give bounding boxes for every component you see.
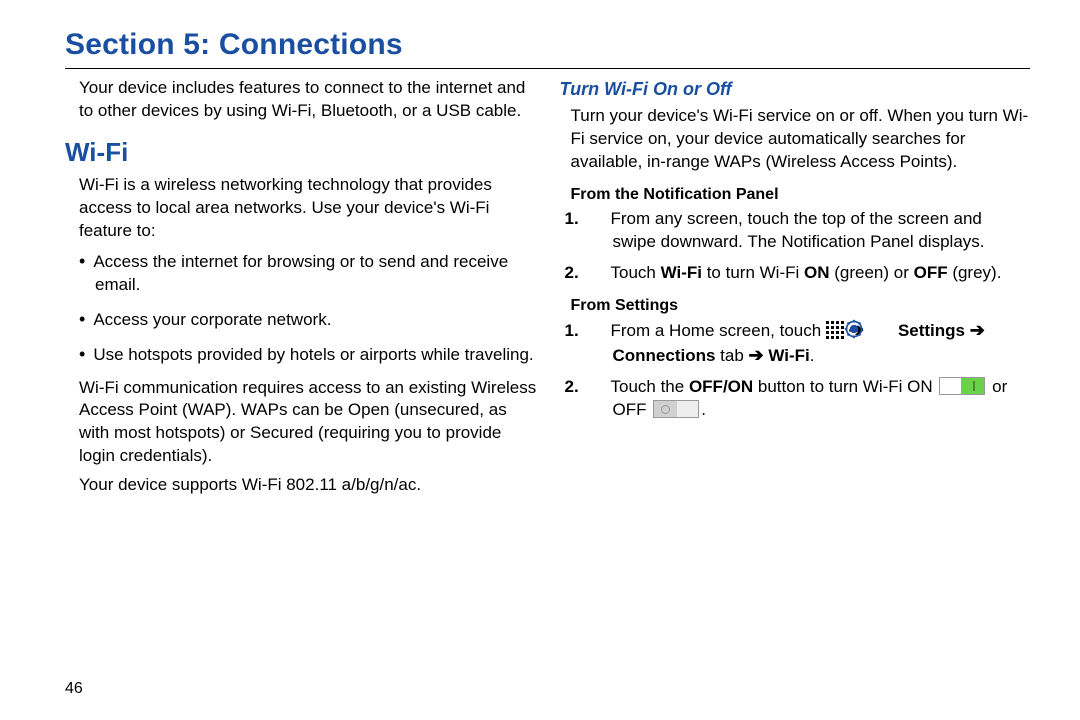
step-text: From any screen, touch the top of the sc…: [611, 209, 985, 251]
section-title: Section 5: Connections: [65, 28, 1030, 62]
turn-wifi-subheading: Turn Wi-Fi On or Off: [560, 77, 1031, 101]
step-text: Touch Wi-Fi to turn Wi-Fi ON (green) or …: [611, 263, 1002, 282]
from-notification-heading: From the Notification Panel: [571, 184, 1031, 206]
page-number: 46: [65, 680, 83, 698]
from-settings-heading: From Settings: [571, 295, 1031, 317]
right-column: Turn Wi-Fi On or Off Turn your device's …: [557, 77, 1031, 503]
step-item: 2.Touch the OFF/ON button to turn Wi-Fi …: [589, 376, 1031, 422]
manual-page: Section 5: Connections Your device inclu…: [0, 0, 1080, 720]
wap-paragraph: Wi-Fi communication requires access to a…: [79, 377, 539, 469]
toggle-on-icon: [939, 377, 985, 395]
step-item: 1.From any screen, touch the top of the …: [589, 208, 1031, 254]
step-item: 2.Touch Wi-Fi to turn Wi-Fi ON (green) o…: [589, 262, 1031, 285]
step-text: From a Home screen, touch ➔: [611, 321, 985, 365]
list-item: Access the internet for browsing or to s…: [79, 249, 539, 297]
support-paragraph: Your device supports Wi-Fi 802.11 a/b/g/…: [79, 474, 539, 497]
list-item: Access your corporate network.: [79, 307, 539, 332]
gear-icon: [868, 319, 888, 339]
toggle-off-icon: [653, 400, 699, 418]
two-column-layout: Your device includes features to connect…: [65, 77, 1030, 503]
intro-paragraph: Your device includes features to connect…: [79, 77, 539, 123]
wifi-bullet-list: Access the internet for browsing or to s…: [79, 249, 539, 367]
apps-grid-icon: [826, 321, 844, 339]
list-item: Use hotspots provided by hotels or airpo…: [79, 342, 539, 367]
step-text: Touch the OFF/ON button to turn Wi-Fi ON…: [611, 377, 1008, 419]
step-item: 1.From a Home screen, touch ➔: [589, 318, 1031, 368]
arrow-icon: ➔: [970, 320, 985, 340]
turn-wifi-intro: Turn your device's Wi-Fi service on or o…: [571, 105, 1031, 174]
settings-steps: 1.From a Home screen, touch ➔: [589, 318, 1031, 422]
wifi-intro: Wi-Fi is a wireless networking technolog…: [79, 174, 539, 243]
title-rule: [65, 68, 1030, 69]
notification-steps: 1.From any screen, touch the top of the …: [589, 208, 1031, 285]
left-column: Your device includes features to connect…: [65, 77, 539, 503]
wifi-heading: Wi-Fi: [65, 135, 539, 170]
arrow-icon: ➔: [749, 345, 764, 365]
